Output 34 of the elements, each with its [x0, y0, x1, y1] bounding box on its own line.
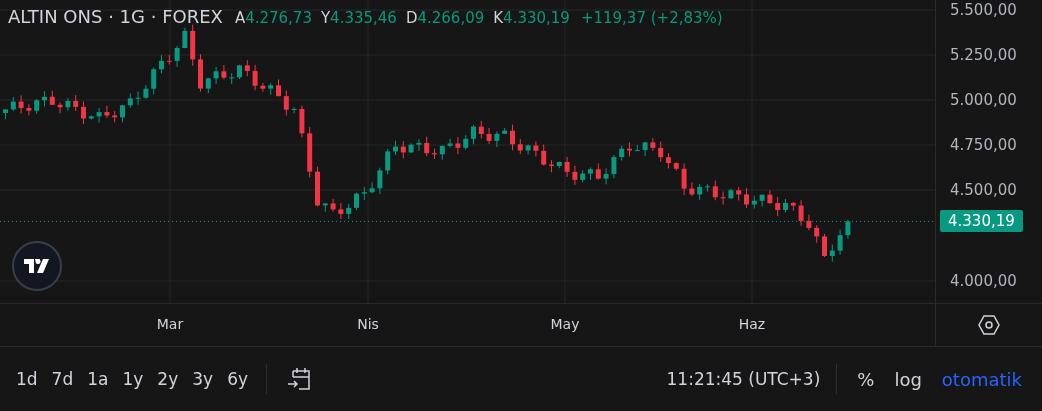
- ohlc-label: D: [405, 9, 418, 27]
- price-tick-label: 4.000,00: [950, 272, 1017, 290]
- ohlc-label: Y: [320, 9, 331, 27]
- last-price-badge: 4.330,19: [940, 210, 1023, 233]
- range-button[interactable]: 2y: [151, 365, 185, 393]
- range-button[interactable]: 7d: [45, 365, 80, 393]
- percent-button[interactable]: %: [851, 364, 881, 394]
- time-axis-label: Haz: [737, 316, 767, 332]
- ohlc-label: A: [234, 9, 246, 27]
- clock-text: 11:21:45 (UTC+3): [666, 369, 821, 389]
- log-button[interactable]: log: [888, 364, 928, 394]
- range-button[interactable]: 1d: [10, 365, 44, 393]
- ohlc-value: 4.330,19: [503, 9, 570, 27]
- ohlc-value: 4.276,73: [245, 9, 312, 27]
- price-change: +119,37 (+2,83%): [580, 9, 723, 27]
- ohlc-value: 4.335,46: [330, 9, 397, 27]
- auto-scale-button[interactable]: otomatik: [935, 364, 1028, 394]
- range-button[interactable]: 1a: [81, 365, 115, 393]
- settings-icon[interactable]: [977, 314, 1001, 336]
- time-axis-label: Nis: [356, 316, 380, 332]
- ohlc-label: K: [493, 9, 504, 27]
- time-axis-label: May: [549, 316, 581, 332]
- price-tick-label: 5.250,00: [950, 46, 1017, 64]
- range-button[interactable]: 6y: [221, 365, 254, 393]
- time-axis-label: Mar: [155, 316, 185, 332]
- range-button[interactable]: 3y: [186, 365, 220, 393]
- price-tick-label: 4.750,00: [950, 136, 1017, 154]
- symbol-title: ALTIN ONS · 1G · FOREX: [8, 6, 223, 27]
- price-tick-label: 5.500,00: [950, 1, 1017, 19]
- logo-icon: [12, 241, 62, 291]
- price-tick-label: 4.500,00: [950, 181, 1017, 199]
- ohlc-value: 4.266,09: [417, 9, 485, 27]
- price-tick-label: 5.000,00: [950, 91, 1017, 109]
- range-button[interactable]: 1y: [116, 365, 150, 393]
